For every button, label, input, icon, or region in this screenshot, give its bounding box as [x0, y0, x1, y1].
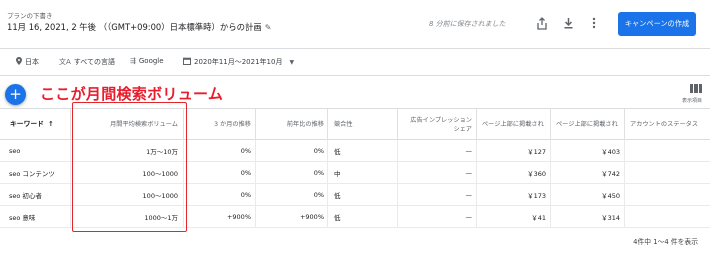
cell-volume: 100～1000 — [70, 162, 183, 183]
cell-bid-low: ￥41 — [476, 206, 550, 227]
cell-three-month: 0% — [183, 140, 255, 161]
translate-icon: 文A — [59, 58, 71, 66]
cell-competition: 低 — [327, 206, 397, 227]
location-filter[interactable]: 日本 — [16, 57, 39, 67]
header-avg-monthly-searches[interactable]: 月間平均検索ボリューム — [70, 109, 183, 140]
more-vert-icon[interactable] — [582, 11, 606, 35]
add-icon[interactable]: + — [5, 84, 26, 105]
cell-volume: 100～1000 — [70, 184, 183, 205]
location-pin-icon — [16, 57, 22, 67]
header-competition[interactable]: 競合性 — [327, 109, 397, 140]
header-ad-impression-share-line1: 広告インプレッション — [410, 116, 472, 124]
cell-status — [624, 140, 710, 161]
pencil-icon[interactable]: ✎ — [265, 23, 272, 32]
cell-impression-share: — — [397, 140, 476, 161]
header-three-month-change[interactable]: 3 か月の推移 — [183, 109, 255, 140]
cell-bid-high: ￥742 — [550, 162, 624, 183]
create-campaign-button[interactable]: キャンペーンの作成 — [618, 12, 696, 36]
draft-label: プランの下書き — [7, 12, 53, 20]
cell-impression-share: — — [397, 162, 476, 183]
annotation-text: ここが月間検索ボリューム — [40, 85, 224, 103]
cell-impression-share: — — [397, 184, 476, 205]
cell-keyword: seo コンテンツ — [9, 169, 55, 178]
cell-impression-share: — — [397, 206, 476, 227]
cell-yoy: 0% — [255, 184, 327, 205]
header-account-status[interactable]: アカウントのステータス — [624, 109, 710, 140]
cell-status — [624, 162, 710, 183]
share-icon[interactable] — [530, 11, 554, 35]
plan-title-text: 11月 16, 2021, 2 午後 （（GMT+09:00）日本標準時）からの… — [7, 22, 262, 32]
header-yoy-change[interactable]: 前年比の推移 — [255, 109, 327, 140]
date-range-label: 2020年11月～2021年10月 — [194, 58, 283, 66]
cell-bid-high: ￥450 — [550, 184, 624, 205]
cell-three-month: 0% — [183, 184, 255, 205]
cell-yoy: 0% — [255, 162, 327, 183]
network-filter-label: Google — [138, 57, 164, 65]
header-ad-impression-share-line2: シェア — [453, 125, 472, 133]
table-row[interactable]: seo 初心者 100～1000 0% 0% 低 — ￥173 ￥450 — [0, 184, 710, 206]
language-filter-label: すべての言語 — [73, 58, 116, 66]
date-range-filter[interactable]: 2020年11月～2021年10月 ▼ — [183, 57, 294, 67]
columns-label[interactable]: 表示項目 — [682, 97, 702, 104]
sort-arrow-icon: ↑ — [47, 120, 54, 128]
cell-bid-low: ￥360 — [476, 162, 550, 183]
cell-bid-low: ￥127 — [476, 140, 550, 161]
cell-keyword: seo 初心者 — [9, 191, 42, 200]
table-header-row: キーワード ↑ 月間平均検索ボリューム 3 か月の推移 前年比の推移 競合性 広… — [0, 108, 710, 140]
cell-three-month: 0% — [183, 162, 255, 183]
table-footer: 4件中 1～4 件を表示 — [0, 230, 710, 254]
cell-volume: 1000～1万 — [70, 206, 183, 227]
cell-competition: 低 — [327, 184, 397, 205]
cell-status — [624, 206, 710, 227]
cell-volume: 1万～10万 — [70, 140, 183, 161]
plan-title: 11月 16, 2021, 2 午後 （（GMT+09:00）日本標準時）からの… — [7, 21, 271, 33]
table-row[interactable]: seo 1万～10万 0% 0% 低 — ￥127 ￥403 — [0, 140, 710, 162]
calendar-icon — [183, 57, 191, 67]
location-filter-label: 日本 — [25, 58, 39, 66]
search-network-icon: ⇶ — [130, 57, 136, 65]
cell-bid-low: ￥173 — [476, 184, 550, 205]
saved-status: 8 分前に保存されました — [429, 20, 506, 28]
cell-competition: 中 — [327, 162, 397, 183]
cell-status — [624, 184, 710, 205]
header-top-bid-low[interactable]: ページ上部に掲載され — [476, 109, 550, 140]
chevron-down-icon: ▼ — [289, 58, 295, 66]
cell-competition: 低 — [327, 140, 397, 161]
language-filter[interactable]: 文A すべての言語 — [59, 57, 115, 67]
network-filter[interactable]: ⇶ Google — [130, 57, 164, 65]
columns-icon[interactable] — [690, 84, 702, 93]
cell-keyword: seo — [9, 146, 21, 155]
cell-yoy: 0% — [255, 140, 327, 161]
download-icon[interactable] — [556, 11, 580, 35]
header-top-bid-high[interactable]: ページ上部に掲載され — [550, 109, 624, 140]
cell-bid-high: ￥403 — [550, 140, 624, 161]
table-row[interactable]: seo コンテンツ 100～1000 0% 0% 中 — ￥360 ￥742 — [0, 162, 710, 184]
cell-bid-high: ￥314 — [550, 206, 624, 227]
plan-header: プランの下書き 11月 16, 2021, 2 午後 （（GMT+09:00）日… — [0, 0, 710, 49]
cell-keyword: seo 意味 — [9, 213, 36, 222]
filter-bar: 日本 文A すべての言語 ⇶ Google 2020年11月～2021年10月 … — [0, 49, 710, 76]
header-ad-impression-share[interactable]: 広告インプレッション シェア — [397, 109, 476, 140]
header-keyword-label: キーワード — [10, 120, 44, 128]
pagination-text: 4件中 1～4 件を表示 — [633, 238, 698, 246]
cell-three-month: +900% — [183, 206, 255, 227]
table-row[interactable]: seo 意味 1000～1万 +900% +900% 低 — ￥41 ￥314 — [0, 206, 710, 228]
header-keyword[interactable]: キーワード ↑ — [0, 109, 70, 140]
cell-yoy: +900% — [255, 206, 327, 227]
